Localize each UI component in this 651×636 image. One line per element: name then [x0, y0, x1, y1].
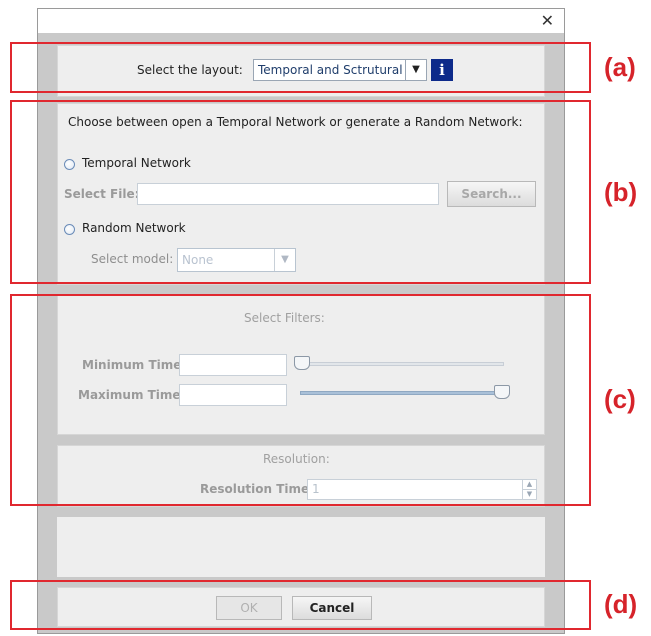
highlight-box-c [10, 294, 591, 506]
empty-panel [57, 517, 545, 577]
annotation-a: (a) [604, 52, 636, 82]
highlight-box-a [10, 42, 591, 93]
title-bar: ✕ [38, 9, 564, 33]
highlight-box-d [10, 580, 591, 630]
close-icon[interactable]: ✕ [541, 11, 554, 30]
annotation-d: (d) [604, 589, 638, 619]
annotation-c: (c) [604, 384, 636, 414]
annotation-b: (b) [604, 177, 638, 207]
highlight-box-b [10, 100, 591, 284]
